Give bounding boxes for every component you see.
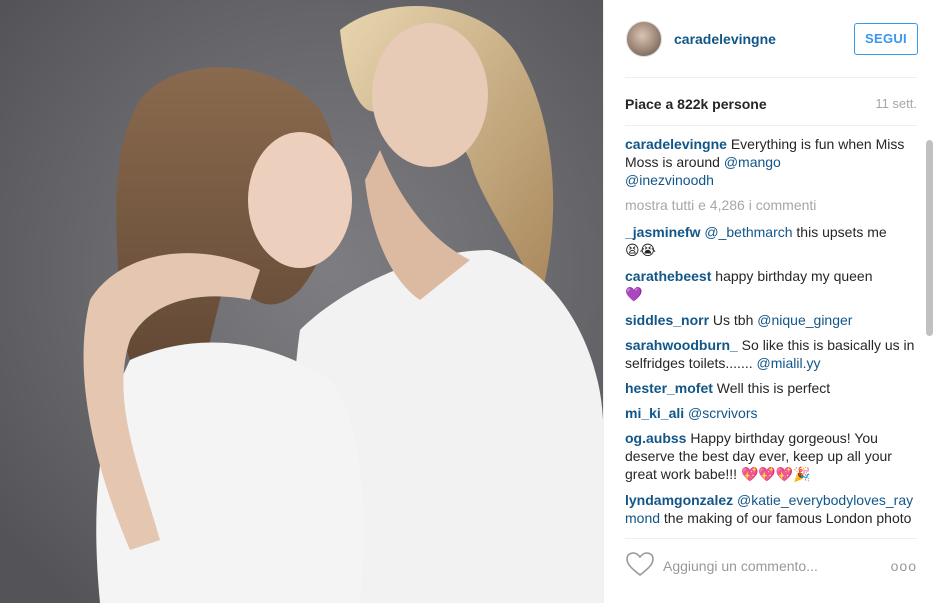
comment-username[interactable]: og.aubss — [625, 430, 686, 446]
list-item: _jasminefw @_bethmarch this upsets me 😫😭 — [625, 223, 915, 260]
comment-username[interactable]: sarahwoodburn_ — [625, 337, 738, 353]
list-item: sarahwoodburn_ So like this is basically… — [625, 336, 915, 372]
caption-mention[interactable]: @inezvinoodh — [625, 172, 714, 188]
comment-text: Us tbh — [709, 312, 758, 328]
caption: caradelevingne Everything is fun when Mi… — [625, 135, 915, 189]
list-item: og.aubss Happy birthday gorgeous! You de… — [625, 429, 915, 484]
list-item: siddles_norr Us tbh @nique_ginger — [625, 311, 915, 329]
comment-text: happy birthday my queen — [711, 268, 873, 284]
comment-emoji: 😫😭 — [625, 243, 656, 259]
comment-username[interactable]: hester_mofet — [625, 380, 713, 396]
comment-mention[interactable]: @scrvivors — [688, 405, 757, 421]
avatar[interactable] — [626, 20, 662, 57]
likes-row: Piace a 822k persone 11 sett. — [625, 96, 917, 112]
comments-scrollbar[interactable] — [926, 140, 933, 336]
list-item: hester_mofet Well this is perfect — [625, 379, 915, 397]
follow-button[interactable]: SEGUI — [854, 22, 918, 55]
photo-illustration — [0, 0, 603, 603]
comment-username[interactable]: mi_ki_ali — [625, 405, 684, 421]
comments-list: caradelevingne Everything is fun when Mi… — [625, 135, 915, 537]
comment-mention[interactable]: @nique_ginger — [757, 312, 852, 328]
comment-username[interactable]: siddles_norr — [625, 312, 709, 328]
likes-count[interactable]: Piace a 822k persone — [625, 96, 767, 112]
header-divider — [625, 77, 917, 78]
comment-text: the making of our famous London photo — [660, 510, 912, 526]
comment-emoji: 💖💖💖🎉 — [740, 467, 811, 483]
comment-text: this upsets me — [792, 224, 887, 240]
post-header: caradelevingne SEGUI — [626, 15, 918, 62]
caption-mention[interactable]: @mango — [724, 154, 781, 170]
add-comment-input[interactable] — [663, 558, 863, 574]
comment-mention[interactable]: @mialil.yy — [757, 355, 821, 371]
footer-divider — [625, 538, 917, 539]
comment-username[interactable]: lyndamgonzalez — [625, 492, 733, 508]
list-item: carathebeest happy birthday my queen 💜 — [625, 267, 915, 304]
comment-mention[interactable]: @_bethmarch — [704, 224, 792, 240]
comment-emoji: 💜 — [625, 287, 643, 303]
ellipsis-icon[interactable]: ooo — [891, 558, 917, 574]
likes-divider — [625, 125, 917, 126]
post-photo[interactable] — [0, 0, 603, 603]
list-item: lyndamgonzalez @katie_everybodyloves_ray… — [625, 491, 915, 527]
post-footer: ooo — [625, 548, 917, 584]
comment-text: Well this is perfect — [712, 380, 831, 396]
comment-username[interactable]: carathebeest — [625, 268, 711, 284]
heart-outline-icon[interactable] — [625, 551, 655, 582]
view-all-comments-link[interactable]: mostra tutti e 4,286 i commenti — [625, 196, 915, 214]
comment-username[interactable]: _jasminefw — [625, 224, 700, 240]
post-username[interactable]: caradelevingne — [674, 31, 776, 47]
list-item: mi_ki_ali @scrvivors — [625, 404, 915, 422]
post-time[interactable]: 11 sett. — [875, 96, 917, 112]
caption-username[interactable]: caradelevingne — [625, 136, 727, 152]
